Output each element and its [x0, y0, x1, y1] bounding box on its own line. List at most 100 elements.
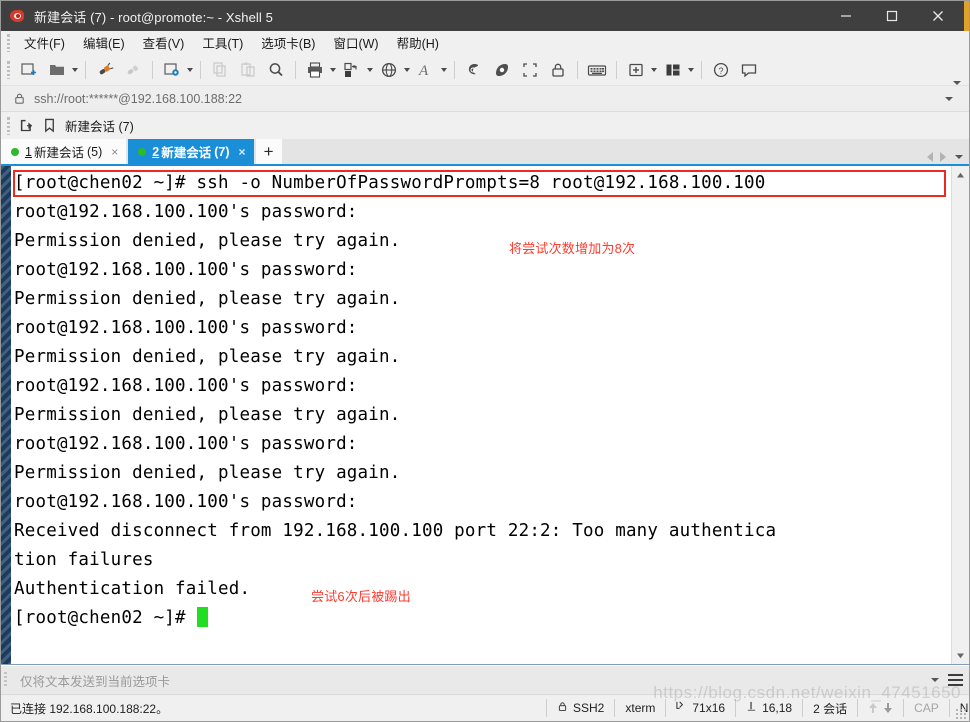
- compose-bar-icon[interactable]: [460, 58, 488, 82]
- terminal-line: root@192.168.100.100's password:: [14, 202, 358, 222]
- sessions-label: 2 会话: [813, 701, 848, 716]
- maximize-button[interactable]: [869, 1, 915, 31]
- chevron-left-icon[interactable]: [927, 152, 933, 162]
- resize-grip-icon[interactable]: [955, 708, 966, 719]
- hamburger-icon[interactable]: [948, 674, 963, 686]
- menu-item-edit[interactable]: 编辑(E): [74, 30, 134, 56]
- menu-item-tools[interactable]: 工具(T): [193, 30, 252, 56]
- new-session-icon[interactable]: [15, 58, 43, 82]
- chevron-down-icon[interactable]: [931, 678, 939, 682]
- bookmark-icon[interactable]: [43, 118, 56, 133]
- send-text-bar[interactable]: 仅将文本发送到当前选项卡: [1, 665, 969, 694]
- send-text-input[interactable]: 仅将文本发送到当前选项卡: [20, 671, 170, 690]
- status-transfer: [857, 699, 903, 717]
- open-folder-icon[interactable]: [43, 58, 71, 82]
- tab-label: 新建会话: [161, 146, 212, 160]
- xshell-logo-icon: [10, 8, 26, 24]
- menu-item-file[interactable]: 文件(F): [15, 30, 74, 56]
- terminal-line: Permission denied, please try again.: [14, 463, 401, 483]
- globe-dropdown-icon[interactable]: [402, 58, 411, 82]
- terminal-line: tion failures: [14, 550, 154, 570]
- accent-strip: [964, 1, 969, 31]
- send-bar-drag-handle[interactable]: [4, 672, 11, 688]
- terminal-line: root@192.168.100.100's password:: [14, 376, 358, 396]
- keyboard-icon[interactable]: [583, 58, 611, 82]
- session-properties-dropdown-icon[interactable]: [185, 58, 194, 82]
- file-transfer-icon[interactable]: [338, 58, 366, 82]
- fullscreen-icon[interactable]: [516, 58, 544, 82]
- terminal-output[interactable]: [root@chen02 ~]# ssh -o NumberOfPassword…: [11, 166, 951, 664]
- open-in-new-icon[interactable]: [19, 118, 34, 133]
- copy-icon[interactable]: [206, 58, 234, 82]
- terminal-line: Authentication failed.: [14, 579, 251, 599]
- add-layout-icon[interactable]: [622, 58, 650, 82]
- add-layout-dropdown-icon[interactable]: [649, 58, 658, 82]
- menu-drag-handle[interactable]: [5, 34, 13, 52]
- menu-item-window[interactable]: 窗口(W): [324, 30, 387, 56]
- address-url[interactable]: ssh://root:******@192.168.100.188:22: [34, 92, 242, 106]
- status-cursor: 16,18: [735, 699, 802, 717]
- scroll-up-icon[interactable]: [953, 168, 968, 182]
- menu-bar: 文件(F) 编辑(E) 查看(V) 工具(T) 选项卡(B) 窗口(W) 帮助(…: [1, 31, 969, 55]
- tab-label: 新建会话: [33, 146, 84, 160]
- find-icon[interactable]: [262, 58, 290, 82]
- terminal-size-icon: [676, 701, 687, 715]
- tab-session-1[interactable]: 1 新建会话 (5) ×: [1, 139, 127, 164]
- session-properties-icon[interactable]: [158, 58, 186, 82]
- chevron-down-icon[interactable]: [945, 96, 953, 101]
- terminal-scrollbar[interactable]: [951, 166, 969, 664]
- toolbar-overflow-icon[interactable]: [953, 55, 961, 89]
- connect-plug-icon[interactable]: [91, 58, 119, 82]
- protocol-label: SSH2: [573, 701, 605, 715]
- tab-strip: 1 新建会话 (5) × 2 新建会话 (7) × +: [1, 139, 969, 166]
- tab-close-icon[interactable]: ×: [239, 145, 246, 159]
- arrange-panes-dropdown-icon[interactable]: [686, 58, 695, 82]
- help-icon[interactable]: ?: [707, 58, 735, 82]
- address-bar[interactable]: ssh://root:******@192.168.100.188:22: [1, 85, 969, 112]
- chevron-down-icon[interactable]: [955, 155, 963, 159]
- disconnect-plug-icon[interactable]: [119, 58, 147, 82]
- menu-item-help[interactable]: 帮助(H): [388, 30, 448, 56]
- connection-status: 已连接 192.168.100.188:22。: [10, 701, 169, 716]
- toolbar-separator: [616, 61, 617, 79]
- terminal-line: Permission denied, please try again.: [14, 231, 401, 251]
- svg-text:?: ?: [718, 66, 723, 76]
- toolbar-separator: [295, 61, 296, 79]
- terminal-line: Received disconnect from 192.168.100.100…: [14, 521, 777, 541]
- annotation-2: 尝试6次后被踢出: [311, 589, 411, 604]
- font-size-dropdown-icon[interactable]: [439, 58, 448, 82]
- connection-status-dot: [11, 147, 19, 156]
- session-bar-drag-handle[interactable]: [5, 116, 13, 135]
- menu-item-tabs[interactable]: 选项卡(B): [252, 30, 324, 56]
- tab-session-2[interactable]: 2 新建会话 (7) ×: [128, 139, 254, 164]
- upload-arrow-icon: [868, 702, 878, 714]
- chevron-right-icon[interactable]: [940, 152, 946, 162]
- font-size-icon[interactable]: A: [412, 58, 440, 82]
- print-dropdown-icon[interactable]: [328, 58, 337, 82]
- terminal-cursor: [196, 607, 208, 627]
- paste-icon[interactable]: [234, 58, 262, 82]
- new-tab-button[interactable]: +: [255, 139, 282, 164]
- toolbar-drag-handle[interactable]: [5, 61, 13, 79]
- xshell-window: 新建会话 (7) - root@promote:~ - Xshell 5 文件(…: [0, 0, 970, 722]
- tab-close-icon[interactable]: ×: [111, 145, 118, 159]
- close-button[interactable]: [915, 1, 961, 31]
- file-transfer-dropdown-icon[interactable]: [365, 58, 374, 82]
- feedback-icon[interactable]: [735, 58, 763, 82]
- minimize-button[interactable]: [823, 1, 869, 31]
- scroll-down-icon[interactable]: [953, 648, 968, 662]
- open-folder-dropdown-icon[interactable]: [70, 58, 79, 82]
- lock-icon[interactable]: [544, 58, 572, 82]
- arrange-panes-icon[interactable]: [659, 58, 687, 82]
- status-terminal-type: xterm: [614, 699, 665, 717]
- session-bar: 新建会话 (7): [1, 112, 969, 139]
- toolbar-separator: [152, 61, 153, 79]
- lock-icon: [557, 701, 568, 715]
- tab-number: 1: [25, 144, 32, 159]
- globe-icon[interactable]: [375, 58, 403, 82]
- print-icon[interactable]: [301, 58, 329, 82]
- status-sessions: 2 会话: [802, 699, 857, 717]
- menu-item-view[interactable]: 查看(V): [134, 30, 194, 56]
- terminal-line: root@192.168.100.100's password:: [14, 260, 358, 280]
- highlight-icon[interactable]: [488, 58, 516, 82]
